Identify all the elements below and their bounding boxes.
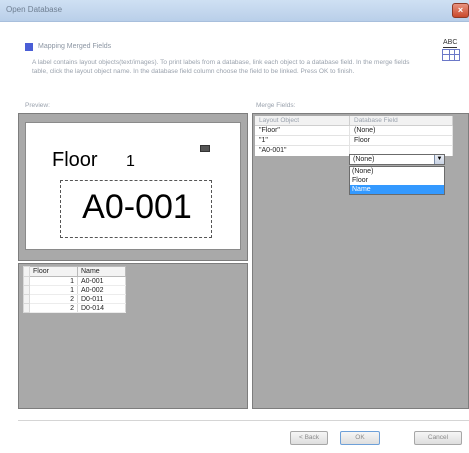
abc-grid-icon: ABC [440, 38, 464, 64]
dropdown-option-none[interactable]: (None) [350, 167, 444, 176]
floor-number-object[interactable]: 1 [126, 153, 135, 171]
dropdown-option-name[interactable]: Name [350, 185, 444, 194]
table-row[interactable]: 1 A0-001 [23, 276, 126, 286]
database-field-cell[interactable]: (None) [350, 126, 453, 135]
table-row[interactable]: 2 D0-011 [23, 294, 126, 304]
cell-name: A0-001 [77, 276, 126, 286]
preview-label: Preview: [25, 102, 50, 109]
cell-name: A0-002 [77, 285, 126, 295]
cell-floor: 2 [29, 294, 78, 304]
cancel-button[interactable]: Cancel [414, 431, 462, 445]
cell-floor: 2 [29, 303, 78, 313]
cell-floor: 1 [29, 276, 78, 286]
cell-name: D0-011 [77, 294, 126, 304]
layout-object-cell[interactable]: "Floor" [255, 126, 350, 135]
merge-row-number[interactable]: "1" Floor [255, 136, 453, 146]
database-field-combobox[interactable]: (None) ▼ [349, 154, 445, 165]
room-code-object[interactable]: A0-001 [60, 180, 212, 238]
database-field-cell[interactable]: Floor [350, 136, 453, 145]
floor-text-object[interactable]: Floor [52, 149, 98, 172]
grid-icon [442, 49, 460, 61]
chevron-down-icon[interactable]: ▼ [434, 155, 444, 164]
layout-object-cell[interactable]: "1" [255, 136, 350, 145]
abc-icon-text: ABC [443, 39, 458, 48]
window-title: Open Database [6, 5, 63, 14]
column-header-database-field: Database Field [350, 116, 453, 125]
merge-fields-pane: Layout Object Database Field "Floor" (No… [252, 113, 469, 409]
merge-fields-label: Merge Fields: [256, 102, 296, 109]
barcode-icon [200, 145, 210, 152]
room-code-text: A0-001 [82, 188, 192, 226]
database-table: Floor Name 1 A0-001 1 A0-002 2 D0-011 2 … [23, 266, 126, 313]
merge-fields-table: Layout Object Database Field "Floor" (No… [255, 116, 453, 156]
instructions-text: A label contains layout objects(text/ima… [32, 59, 410, 75]
close-button[interactable]: × [452, 3, 469, 18]
database-field-dropdown: (None) Floor Name [349, 166, 445, 195]
column-header-name[interactable]: Name [77, 266, 126, 277]
table-row[interactable]: 2 D0-014 [23, 303, 126, 313]
layout-object-cell[interactable]: "A0-001" [255, 146, 350, 156]
footer-divider [18, 420, 469, 421]
title-bar: Open Database × [0, 0, 469, 22]
database-pane: Floor Name 1 A0-001 1 A0-002 2 D0-011 2 … [18, 263, 248, 409]
merge-row-floor[interactable]: "Floor" (None) [255, 126, 453, 136]
column-header-layout-object: Layout Object [255, 116, 350, 125]
preview-pane: Floor 1 A0-001 [18, 113, 248, 261]
ok-button[interactable]: OK [340, 431, 380, 445]
section-label: Mapping Merged Fields [38, 43, 112, 50]
column-header-floor[interactable]: Floor [29, 266, 78, 277]
combobox-value: (None) [353, 156, 375, 163]
label-preview-card: Floor 1 A0-001 [25, 122, 241, 250]
cell-floor: 1 [29, 285, 78, 295]
section-header: Mapping Merged Fields [25, 42, 425, 54]
section-marker-icon [25, 43, 33, 51]
cell-name: D0-014 [77, 303, 126, 313]
merge-table-header: Layout Object Database Field [255, 116, 453, 126]
table-row[interactable]: 1 A0-002 [23, 285, 126, 295]
back-button[interactable]: < Back [290, 431, 328, 445]
dropdown-option-floor[interactable]: Floor [350, 176, 444, 185]
